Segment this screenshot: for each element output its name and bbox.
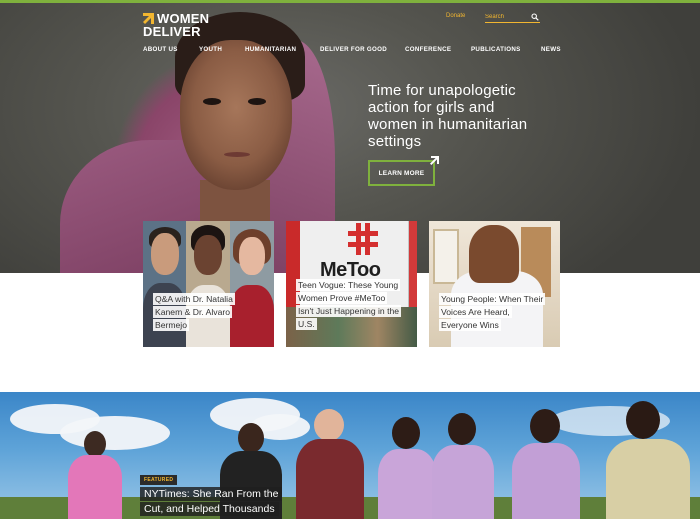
card-caption: Q&A with Dr. Natalia Kanem & Dr. Alvaro … xyxy=(153,293,235,331)
logo-text-deliver: DELIVER xyxy=(143,24,201,39)
external-arrow-icon xyxy=(430,156,439,165)
hero-headline: Time for unapologetic action for girls a… xyxy=(368,82,528,150)
person xyxy=(428,409,498,519)
person xyxy=(290,407,370,519)
news-card-young-people[interactable]: Young People: When Their Voices Are Hear… xyxy=(429,221,560,347)
featured-story-title[interactable]: NYTimes: She Ran From the Cut, and Helpe… xyxy=(140,487,290,517)
person xyxy=(60,429,130,519)
featured-story[interactable]: FEATURED NYTimes: She Ran From the Cut, … xyxy=(0,392,700,519)
card-caption: Young People: When Their Voices Are Hear… xyxy=(439,293,546,331)
person xyxy=(600,401,696,519)
hashtag-icon xyxy=(348,223,378,255)
nav-item-youth[interactable]: YOUTH xyxy=(199,46,222,53)
top-accent-bar xyxy=(0,0,700,3)
hero-image-mouth xyxy=(224,152,250,157)
news-card-qa[interactable]: Q&A with Dr. Natalia Kanem & Dr. Alvaro … xyxy=(143,221,274,347)
nav-item-conference[interactable]: CONFERENCE xyxy=(405,46,451,53)
logo[interactable]: WOMEN DELIVER xyxy=(143,12,223,38)
featured-tag: FEATURED xyxy=(140,475,178,485)
person xyxy=(508,407,584,519)
nav-item-publications[interactable]: PUBLICATIONS xyxy=(471,46,521,53)
nav-item-humanitarian[interactable]: HUMANITARIAN xyxy=(245,46,296,53)
learn-more-button[interactable]: LEARN MORE xyxy=(368,156,439,186)
hero-image-eye-right xyxy=(248,98,266,105)
nav-item-deliver-for-good[interactable]: DELIVER FOR GOOD xyxy=(320,46,387,53)
card-image-window xyxy=(433,229,459,284)
card-image-portrait-3 xyxy=(230,221,274,347)
search-icon[interactable] xyxy=(531,13,539,21)
donate-link[interactable]: Donate xyxy=(446,13,465,19)
card-caption: Teen Vogue: These Young Women Prove #MeT… xyxy=(296,279,402,330)
hero-image-face xyxy=(180,40,292,190)
search-box[interactable] xyxy=(485,11,540,23)
nav-item-news[interactable]: NEWS xyxy=(541,46,561,53)
search-input[interactable] xyxy=(485,11,529,22)
learn-more-label: LEARN MORE xyxy=(378,169,425,177)
news-card-metoo[interactable]: MeToo Teen Vogue: These Young Women Prov… xyxy=(286,221,417,347)
hero-image-eye-left xyxy=(203,98,221,105)
card-image-hair xyxy=(469,225,519,283)
main-nav: ABOUT US YOUTH HUMANITARIAN DELIVER FOR … xyxy=(0,46,700,56)
nav-item-about-us[interactable]: ABOUT US xyxy=(143,46,178,53)
